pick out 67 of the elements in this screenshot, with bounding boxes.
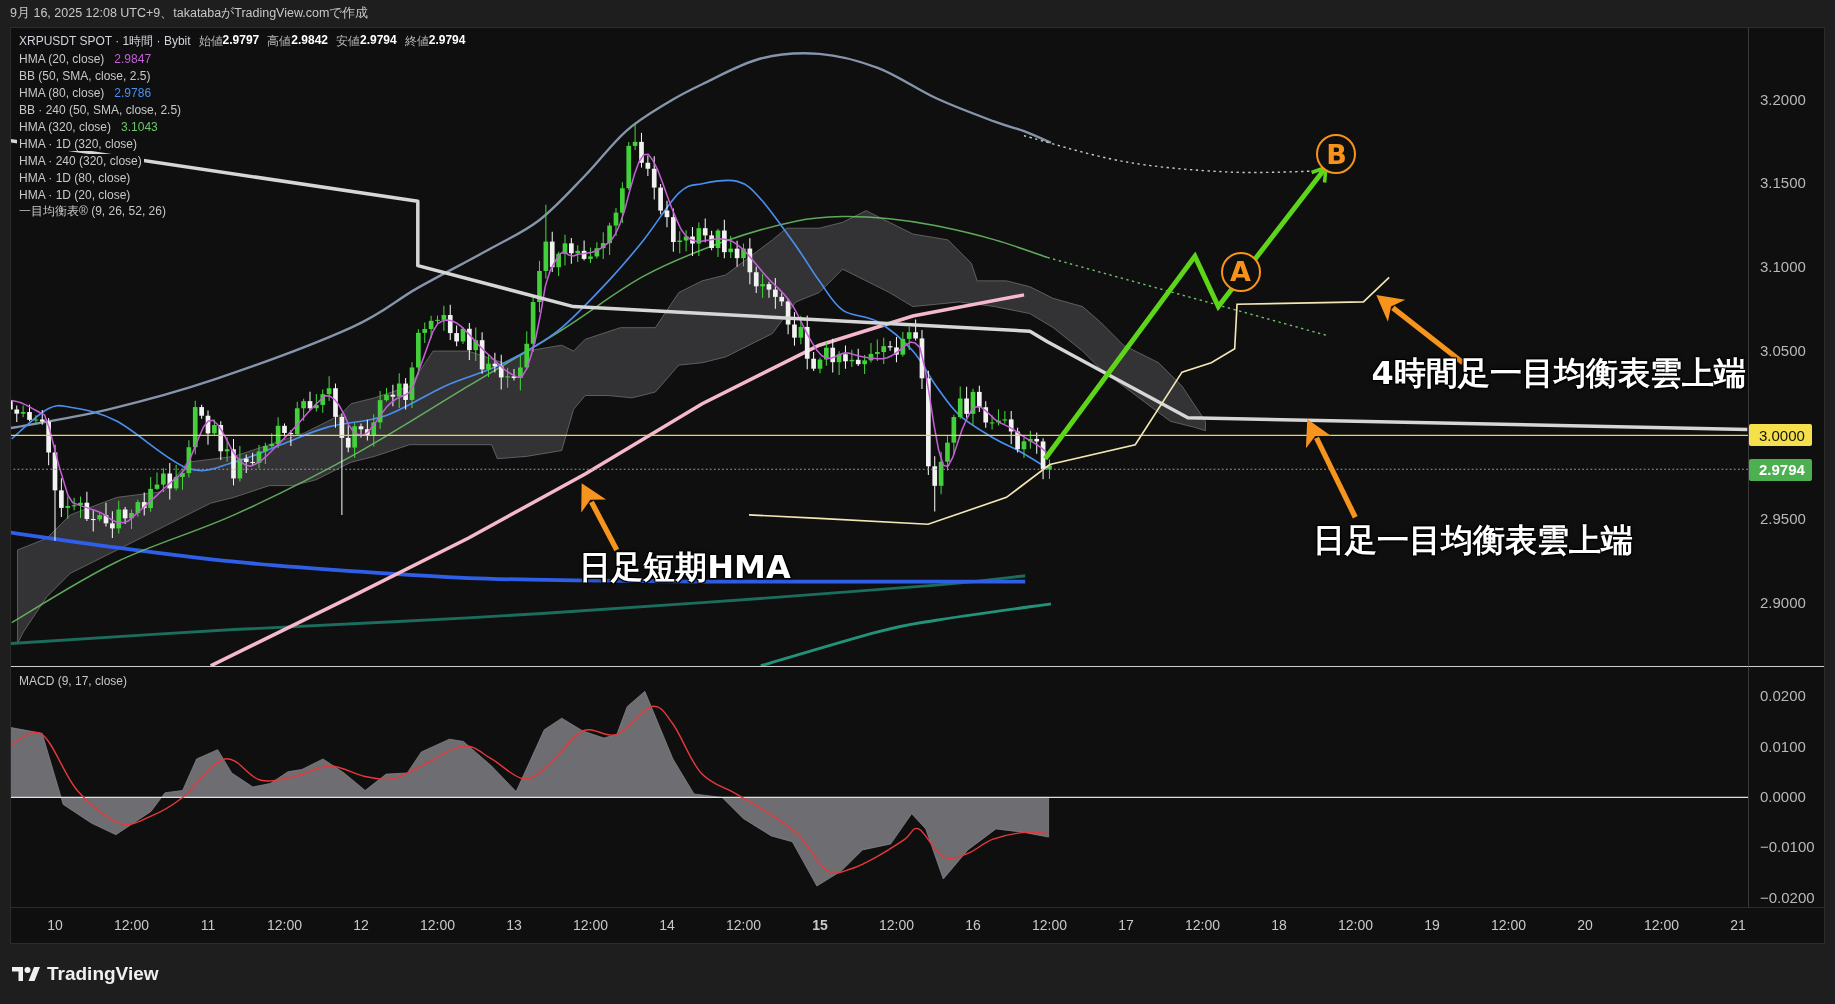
time-tick-label: 19: [1424, 917, 1440, 934]
time-tick-label: 21: [1730, 917, 1746, 934]
time-tick-label: 12:00: [573, 917, 608, 934]
time-tick-label: 12:00: [1338, 917, 1373, 934]
price-tick-label: 3.1000: [1760, 258, 1806, 277]
indicator-name: MACD (9, 17, close): [19, 673, 128, 690]
ohlc-value: 2.9842: [291, 33, 328, 49]
price-tick-label: 2.9000: [1760, 593, 1806, 612]
point-label: B: [1316, 134, 1357, 175]
time-tick-label: 12:00: [1644, 917, 1679, 934]
time-tick-label: 16: [965, 917, 981, 934]
time-tick-label: 12:00: [267, 917, 302, 934]
logo-icon: [12, 966, 40, 982]
price-tick-label: 2.9500: [1760, 510, 1806, 528]
indicator-value: 2.9786: [114, 85, 152, 100]
time-tick-label: 12:00: [1491, 917, 1526, 934]
indicator-name: HMA · 1D (20, close): [17, 187, 133, 202]
ohlc-label: 安値: [336, 33, 360, 50]
time-tick-label: 11: [200, 917, 216, 934]
time-tick-label: 12:00: [114, 917, 149, 934]
time-tick-label: 15: [812, 917, 828, 934]
time-tick-label: 20: [1577, 917, 1593, 934]
last-price-label: 2.9794: [1749, 458, 1812, 481]
ohlc-value: 2.9797: [222, 33, 260, 49]
macd-tick-label: −0.0100: [1760, 838, 1815, 857]
indicator-value: 3.1043: [121, 119, 158, 134]
time-tick-label: 12:00: [726, 917, 761, 934]
indicator-name: 一目均衡表® (9, 26, 52, 26): [17, 203, 168, 220]
indicator-name: HMA (320, close): [17, 119, 114, 134]
macd-tick-label: 0.0000: [1760, 787, 1806, 806]
time-tick-label: 13: [506, 917, 522, 934]
macd-tick-label: −0.0200: [1760, 888, 1815, 907]
callout-label: 4時間足一目均衡表雲上端: [1371, 357, 1746, 392]
time-tick-label: 12:00: [1032, 917, 1067, 934]
time-tick-label: 10: [47, 917, 63, 934]
time-tick-label: 18: [1271, 917, 1287, 934]
callout-label: 日足一目均衡表雲上端: [1313, 523, 1634, 558]
ohlc-label: 終値: [404, 33, 429, 50]
indicator-value: 2.9847: [114, 51, 152, 66]
time-tick-label: 14: [659, 917, 675, 934]
indicator-name: HMA · 240 (320, close): [17, 153, 144, 168]
chart-caption: 9月 16, 2025 12:08 UTC+9、takatabaがTradingView.comで作成: [10, 5, 369, 22]
price-tick-label: 3.1500: [1760, 174, 1806, 193]
ohlc-value: 2.9794: [428, 33, 466, 49]
macd-tick-label: 0.0100: [1760, 737, 1806, 756]
brand-name: TradingView: [47, 963, 159, 985]
indicator-name: HMA · 1D (320, close): [17, 136, 140, 151]
point-label: A: [1220, 251, 1261, 292]
ohlc-label: 高値: [267, 33, 292, 50]
price-tick-label: 3.2000: [1760, 90, 1806, 109]
ohlc-label: 始値: [198, 33, 223, 50]
indicator-name: HMA (80, close): [17, 85, 107, 100]
level-price-label: 3.0000: [1749, 424, 1812, 447]
indicator-name: HMA · 1D (80, close): [17, 170, 133, 185]
time-tick-label: 17: [1118, 917, 1134, 934]
time-tick-label: 12: [353, 917, 369, 934]
symbol-title: XRPUSDT SPOT · 1時間 · Bybit: [19, 33, 191, 50]
indicator-name: HMA (20, close): [17, 51, 107, 66]
indicator-name: BB (50, SMA, close, 2.5): [17, 68, 153, 83]
time-tick-label: 12:00: [1185, 917, 1220, 934]
macd-tick-label: 0.0200: [1760, 687, 1806, 706]
ohlc-value: 2.9794: [360, 33, 397, 49]
time-tick-label: 12:00: [420, 917, 455, 934]
indicator-name: BB · 240 (50, SMA, close, 2.5): [17, 102, 184, 117]
price-tick-label: 3.0500: [1760, 342, 1806, 361]
callout-label: 日足短期HMA: [579, 550, 791, 585]
time-tick-label: 12:00: [879, 917, 914, 934]
